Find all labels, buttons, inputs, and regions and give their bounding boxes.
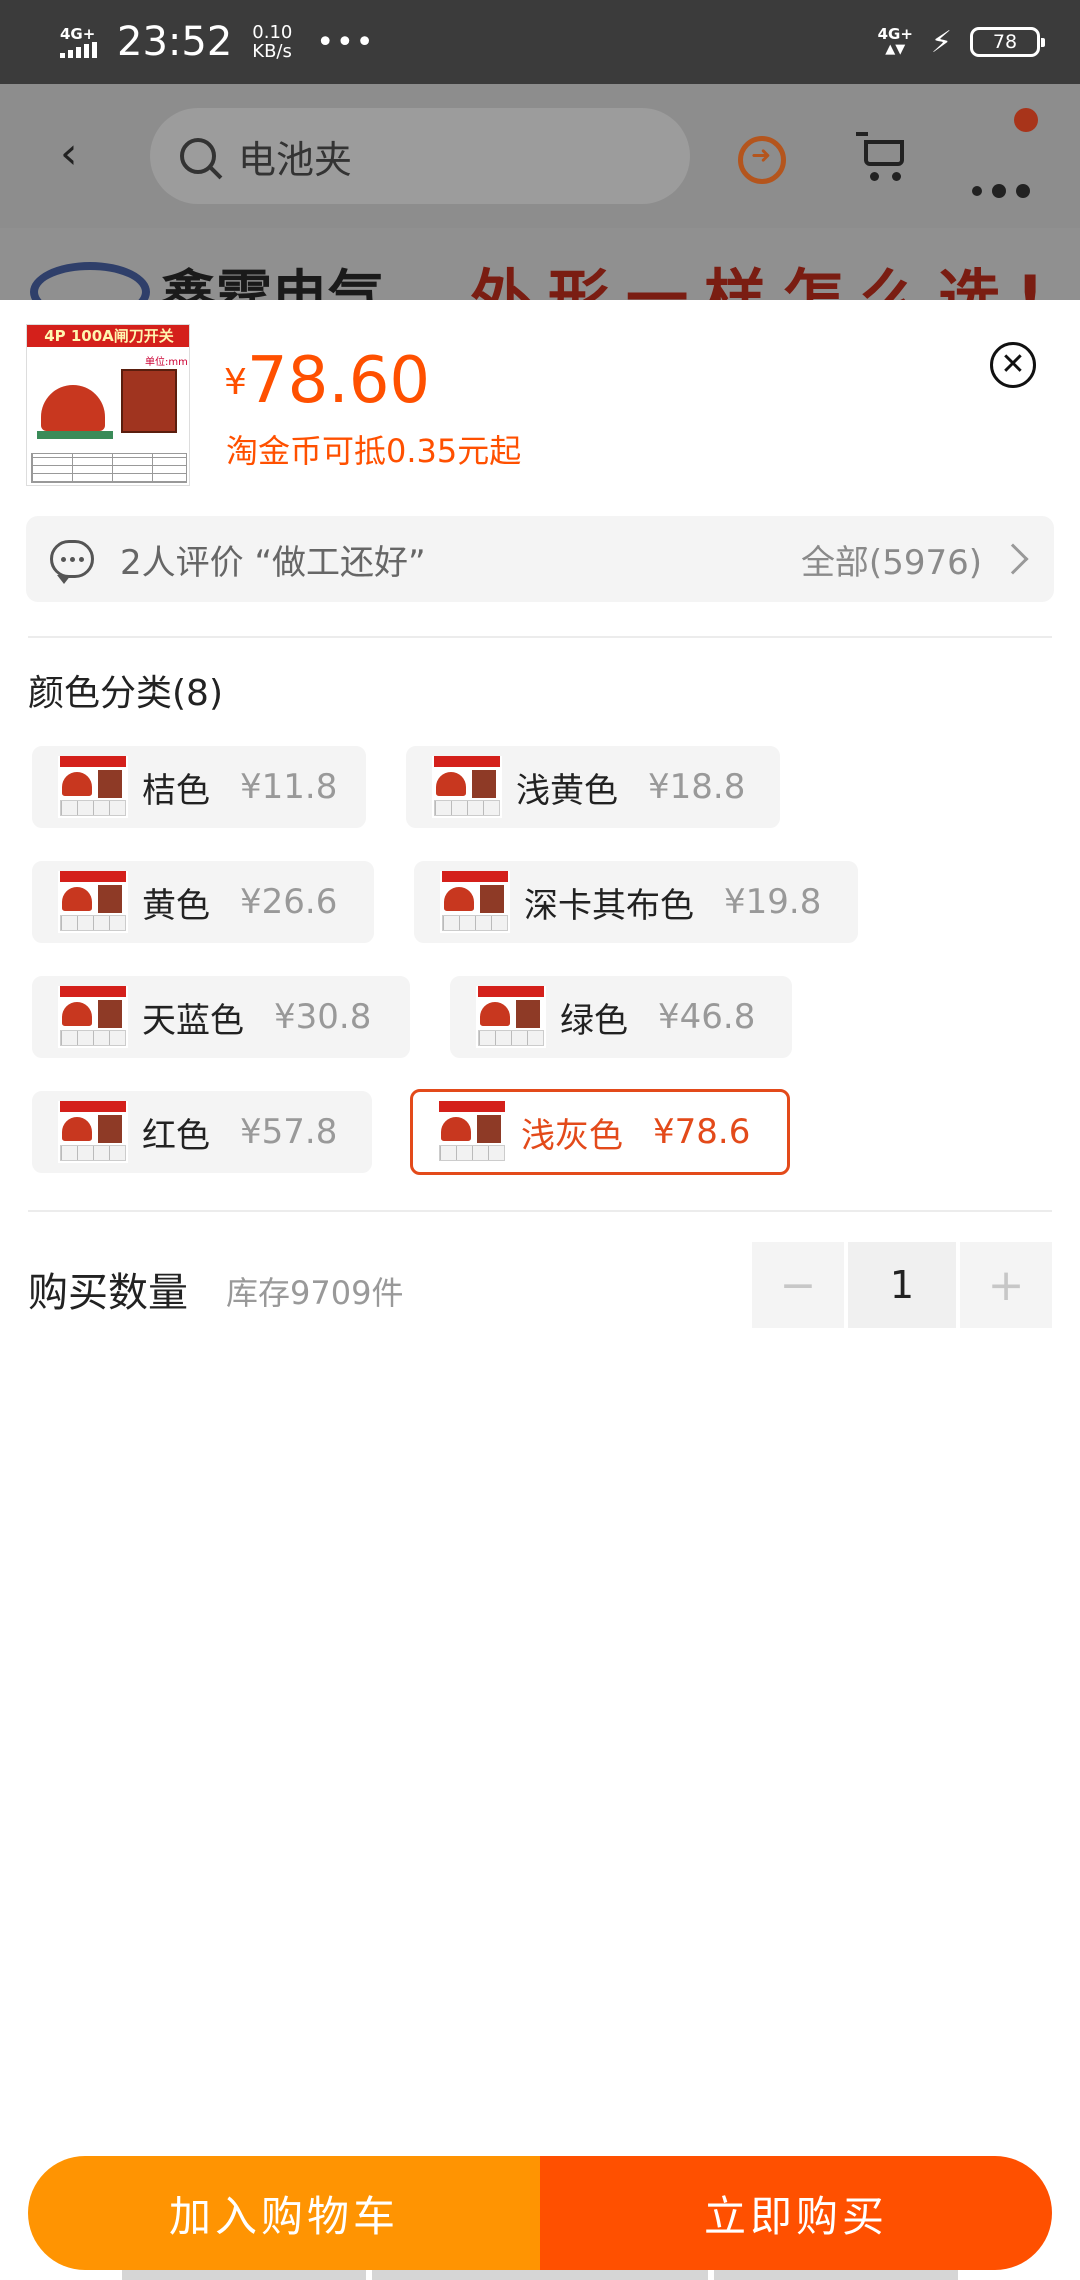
shop-banner: 鑫霆电气 外形一样怎么选! [0, 228, 1080, 300]
color-option-orange[interactable]: 桔色 ¥11.8 [32, 746, 366, 828]
increment-button[interactable]: + [960, 1242, 1052, 1328]
search-placeholder: 电池夹 [238, 137, 353, 182]
color-option-light-yellow[interactable]: 浅黄色 ¥18.8 [406, 746, 780, 828]
divider [28, 636, 1052, 638]
option-thumbnail [440, 871, 510, 933]
speed-value: 0.10 [252, 22, 293, 43]
option-thumbnail [58, 871, 128, 933]
color-option-yellow[interactable]: 黄色 ¥26.6 [32, 861, 374, 943]
thumbnail-unit: 单位:mm [145, 357, 188, 368]
stock-count: 库存9709件 [226, 1274, 404, 1312]
option-name: 浅灰色 [521, 1115, 623, 1156]
speed-unit: KB/s [252, 41, 292, 62]
option-price: ¥26.6 [240, 882, 338, 922]
background-page-overlay[interactable]: ‹ 电池夹 鑫霆电气 外形一样怎么选! [0, 84, 1080, 300]
price-currency: ¥ [224, 362, 247, 403]
sku-selection-sheet: 4P 100A闸刀开关 单位:mm ¥78.60 淘金币可抵0.35元起 ✕ 2… [0, 300, 1080, 2280]
review-summary-bar[interactable]: 2人评价 “做工还好” 全部(5976) [26, 516, 1054, 602]
signal-icon: 4G+ [60, 26, 97, 58]
option-thumbnail [58, 756, 128, 818]
bottom-nav-indicators [0, 2270, 1080, 2280]
option-name: 黄色 [142, 885, 210, 926]
product-price: ¥78.60 [224, 344, 430, 418]
option-thumbnail [476, 986, 546, 1048]
price-amount: 78.60 [246, 344, 431, 418]
product-thumbnail[interactable]: 4P 100A闸刀开关 单位:mm [26, 324, 190, 486]
chevron-right-icon [997, 543, 1029, 575]
option-price: ¥46.8 [658, 997, 756, 1037]
status-bar: 4G+ 23:52 0.10 KB/s ••• 4G+ ▲▼ ⚡ 78 [0, 0, 1080, 84]
charging-icon: ⚡ [930, 24, 952, 60]
quantity-stepper: − 1 + [752, 1242, 1052, 1328]
chat-bubble-icon [50, 540, 94, 584]
color-option-red[interactable]: 红色 ¥57.8 [32, 1091, 372, 1173]
coin-discount-note: 淘金币可抵0.35元起 [226, 432, 522, 470]
option-price: ¥11.8 [240, 767, 338, 807]
option-name: 深卡其布色 [524, 885, 694, 926]
divider [28, 1210, 1052, 1212]
option-price: ¥18.8 [648, 767, 746, 807]
share-icon[interactable] [738, 136, 786, 184]
option-name: 浅黄色 [516, 770, 618, 811]
option-thumbnail [432, 756, 502, 818]
option-name: 天蓝色 [142, 1000, 244, 1041]
option-price: ¥57.8 [240, 1112, 338, 1152]
signal-icon-right: 4G+ ▲▼ [877, 25, 913, 57]
search-icon [180, 138, 216, 174]
quantity-label: 购买数量 [28, 1270, 188, 1316]
close-icon[interactable]: ✕ [990, 342, 1036, 388]
battery-icon: 78 [970, 27, 1045, 57]
more-icon[interactable] [972, 184, 1030, 198]
option-thumbnail [437, 1101, 507, 1163]
buy-now-button[interactable]: 立即购买 [540, 2156, 1052, 2270]
battery-level: 78 [992, 31, 1018, 53]
bottom-action-bar: 加入购物车 立即购买 [28, 2156, 1052, 2270]
banner-slogan: 外形一样怎么选! [470, 262, 1061, 300]
network-type-left: 4G+ [60, 25, 96, 43]
color-option-sky-blue[interactable]: 天蓝色 ¥30.8 [32, 976, 410, 1058]
option-name: 桔色 [142, 770, 210, 811]
decrement-button[interactable]: − [752, 1242, 844, 1328]
brand-text: 鑫霆电气 [160, 265, 384, 300]
option-price: ¥19.8 [724, 882, 822, 922]
quantity-input[interactable]: 1 [848, 1242, 956, 1328]
option-price: ¥78.6 [653, 1112, 751, 1152]
network-speed: 0.10 KB/s [252, 23, 292, 61]
color-option-green[interactable]: 绿色 ¥46.8 [450, 976, 792, 1058]
search-bar[interactable]: 电池夹 [150, 108, 690, 204]
color-category-title: 颜色分类(8) [28, 673, 223, 714]
status-more-icon: ••• [316, 24, 376, 60]
network-type-right: 4G+ [877, 25, 913, 43]
color-option-dark-khaki[interactable]: 深卡其布色 ¥19.8 [414, 861, 858, 943]
status-time: 23:52 [117, 19, 233, 65]
add-to-cart-button[interactable]: 加入购物车 [28, 2156, 540, 2270]
option-thumbnail [58, 986, 128, 1048]
back-icon[interactable]: ‹ [60, 132, 100, 176]
review-all-count: 全部(5976) [800, 542, 982, 583]
brand-logo [30, 262, 150, 300]
option-price: ¥30.8 [274, 997, 372, 1037]
thumbnail-tag: 4P 100A闸刀开关 [27, 325, 189, 347]
option-name: 绿色 [560, 1000, 628, 1041]
color-option-light-gray[interactable]: 浅灰色 ¥78.6 [410, 1089, 790, 1175]
review-snippet: 2人评价 “做工还好” [120, 542, 426, 583]
option-thumbnail [58, 1101, 128, 1163]
background-nav-bar: ‹ 电池夹 [0, 84, 1080, 228]
notification-dot [1014, 108, 1038, 132]
option-name: 红色 [142, 1115, 210, 1156]
cart-icon[interactable] [856, 132, 908, 182]
